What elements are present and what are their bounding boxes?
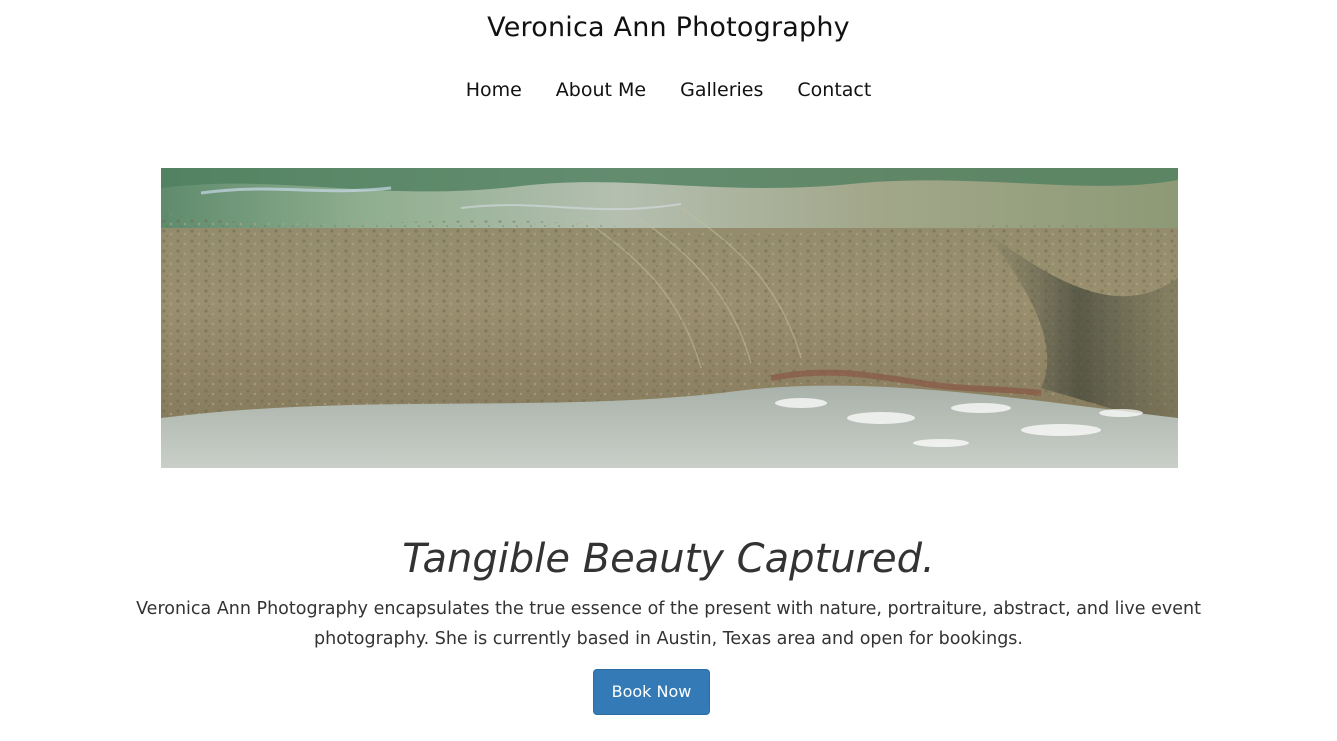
intro-paragraph: Veronica Ann Photography encapsulates th…	[88, 594, 1249, 654]
book-now-button[interactable]: Book Now	[593, 669, 710, 715]
nav-home-link[interactable]: Home	[463, 76, 525, 104]
intro-line-2: photography. She is currently based in A…	[314, 629, 1023, 649]
hero-photo-rock-water	[161, 168, 1178, 468]
hero-image	[161, 168, 1178, 468]
page-tagline: Tangible Beauty Captured.	[402, 536, 935, 582]
main-nav: Home About Me Galleries Contact	[0, 76, 1337, 104]
nav-galleries-link[interactable]: Galleries	[677, 76, 766, 104]
nav-about-link[interactable]: About Me	[553, 76, 649, 104]
site-title[interactable]: Veronica Ann Photography	[0, 10, 1337, 46]
intro-line-1: Veronica Ann Photography encapsulates th…	[136, 599, 1201, 619]
nav-contact-link[interactable]: Contact	[794, 76, 874, 104]
